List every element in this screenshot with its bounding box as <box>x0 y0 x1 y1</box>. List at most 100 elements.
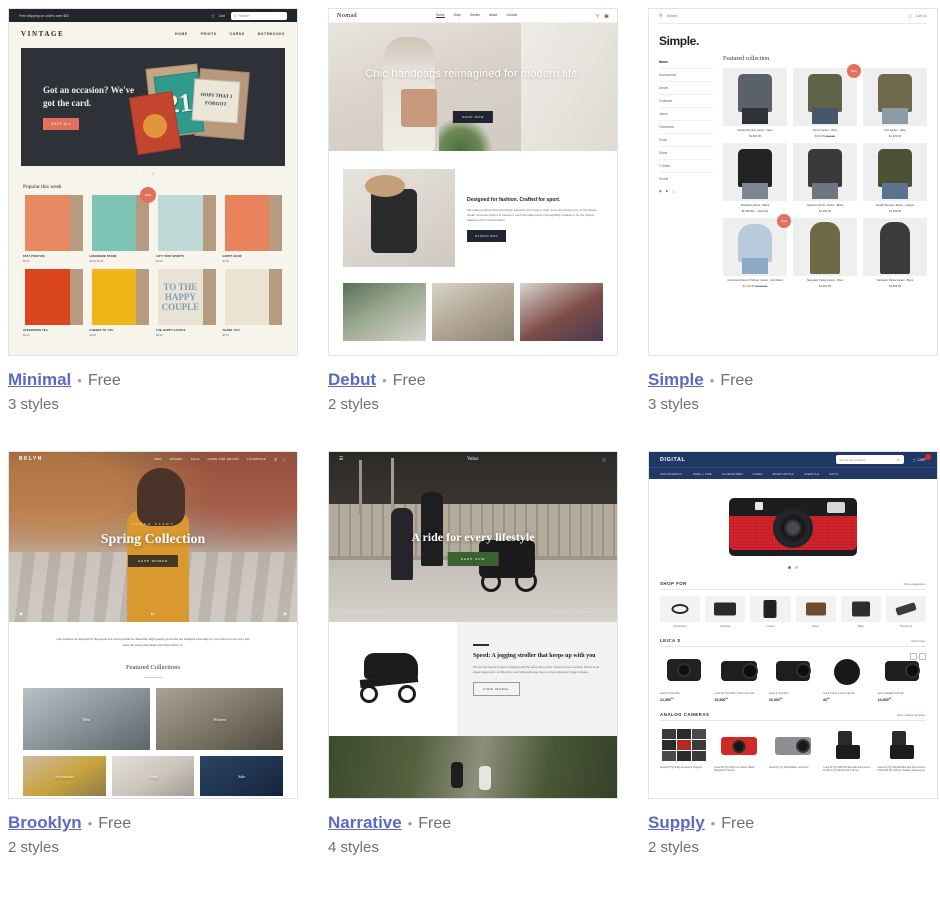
carousel-next-icon[interactable]: ▶ <box>284 611 287 616</box>
sidebar-item-outerwear[interactable]: Outerwear <box>659 121 713 134</box>
category-card[interactable]: Lenses <box>750 596 791 628</box>
quickview-badge[interactable] <box>910 653 927 660</box>
product-card[interactable]: Leica SL (Typ 006) / 70mm lens Set 15,99… <box>714 653 762 702</box>
more-categories-link[interactable]: More categories › <box>904 582 926 586</box>
more-analog-link[interactable]: More analog cameras › <box>897 713 926 717</box>
nav-item[interactable]: ACCESSORIES <box>722 472 743 476</box>
collection-card-men[interactable]: Men <box>23 688 150 750</box>
twitter-icon[interactable]: ▶ <box>666 189 668 193</box>
collection-card-accessories[interactable]: Accessories <box>23 756 106 796</box>
lookbook-image[interactable] <box>520 283 604 341</box>
theme-preview-minimal[interactable]: Free shipping on orders over $50 🛒 Cart … <box>8 8 298 356</box>
product-card[interactable]: Wolfpack Jacket - Black $1,500.95 — Sold… <box>723 143 787 213</box>
sidebar-item-shirts[interactable]: Shirts <box>659 147 713 160</box>
nav-item[interactable]: WOMEN <box>170 457 183 461</box>
product-card[interactable]: STAY POSITIVE $6.00 <box>23 195 84 263</box>
theme-name-link[interactable]: Supply <box>648 813 705 833</box>
product-card[interactable]: AFTERNOON TEA $6.00 <box>23 269 84 337</box>
product-card[interactable]: Sale Storm Jacket - Olive $343.95 $800.9… <box>793 64 861 138</box>
collection-card-home[interactable]: Home <box>111 756 195 796</box>
nav-item[interactable]: HOME <box>175 32 188 36</box>
carousel-dots[interactable]: ●○ <box>151 611 156 616</box>
product-card[interactable]: TO THE HAPPY COUPLE THE HAPPY COUPLE $6.00 <box>156 269 217 337</box>
nav-item[interactable]: LOOKBOOK <box>247 457 266 461</box>
nav-item[interactable]: MEN <box>154 457 161 461</box>
product-card[interactable]: SALE LEMONADE STAND $6.00 $4.00 <box>90 187 156 263</box>
sidebar-item-jeans[interactable]: Jeans <box>659 108 713 121</box>
theme-name-link[interactable]: Debut <box>328 370 376 390</box>
theme-preview-simple[interactable]: ⚲ Search 🛒 Cart (1) Simple. Home Accesso… <box>648 8 938 356</box>
menu-icon[interactable]: ☰ <box>339 456 343 462</box>
nav-item[interactable]: CASES <box>753 472 763 476</box>
hero-button[interactable]: SHOP NOW <box>452 111 494 123</box>
hero-button[interactable]: SHOP ALL <box>43 118 80 130</box>
cart-icon[interactable]: 🛒 <box>908 14 912 18</box>
category-card[interactable]: Cases <box>795 596 836 628</box>
product-card[interactable]: Stealth Bomber Jacket - Fatigue $1,599.9… <box>863 143 927 213</box>
search-icon[interactable]: ⚲ <box>897 458 899 462</box>
theme-name-link[interactable]: Brooklyn <box>8 813 82 833</box>
nav-item[interactable]: Stories <box>470 13 480 18</box>
feature-button[interactable]: STUDIO BAG <box>467 230 507 242</box>
nav-item[interactable]: Contact <box>506 13 517 18</box>
nav-item[interactable]: CARDS <box>230 32 245 36</box>
product-card[interactable]: Stealth Bomber Jacket - Navy $1,500.95 <box>723 68 787 138</box>
nav-item[interactable]: Shop <box>454 13 461 18</box>
hero-carousel-controls[interactable]: ‹ ◎ › <box>9 171 297 176</box>
product-card[interactable]: CHEERS TO YOU $6.00 <box>90 269 151 337</box>
sidebar-item-denim[interactable]: Denim <box>659 82 713 95</box>
product-card[interactable]: Leica M (Typ 262) Bundle with Summicron-… <box>823 727 871 773</box>
carousel-prev-icon[interactable]: ‹ <box>143 171 144 176</box>
bag-icon[interactable]: 👜 <box>604 13 609 18</box>
carousel-dot[interactable] <box>795 566 798 569</box>
theme-preview-brooklyn[interactable]: BKLYN MEN WOMEN SALE HOME AND DECOR LOOK… <box>8 451 298 799</box>
cart-icon[interactable]: 🛒 <box>602 457 607 462</box>
category-card[interactable]: Thumbs up <box>885 596 927 628</box>
nav-item[interactable]: SPORT OPTICS <box>772 472 793 476</box>
sidebar-item-footwear[interactable]: Footwear <box>659 95 713 108</box>
carousel-prev-icon[interactable]: ◀ <box>19 611 22 616</box>
product-card[interactable]: Leica M (Typ 240) Accessory Program <box>660 727 708 773</box>
nav-item[interactable]: Home <box>436 13 445 18</box>
theme-name-link[interactable]: Simple <box>648 370 704 390</box>
product-card[interactable]: Leica M (Typ 240) Bundle with Summicron-… <box>878 727 926 773</box>
search-input[interactable]: Search all products... ⚲ <box>835 455 904 464</box>
product-card[interactable]: Leica M (Typ 240) Edition Leica 007 <box>769 727 817 773</box>
category-card[interactable]: Bags <box>840 596 881 628</box>
more-leica-link[interactable]: More leica › <box>911 639 926 643</box>
nav-item[interactable]: LIFESTYLE <box>804 472 819 476</box>
collection-card-women[interactable]: Women <box>156 688 283 750</box>
cart-icon[interactable]: 🛒 <box>282 457 287 462</box>
nav-item[interactable]: PHOTOGRAPHY <box>660 472 682 476</box>
category-card[interactable]: Accessories <box>660 596 701 628</box>
nav-item[interactable]: SALE <box>191 457 200 461</box>
product-card[interactable]: Navigator Parka Jacket - Olive $1,900.95 <box>793 218 857 288</box>
carousel-pause-icon[interactable]: ◎ <box>151 171 155 176</box>
search-placeholder[interactable]: Search <box>667 14 678 18</box>
product-card[interactable]: Leica S Edition 100 Set 24,50000 <box>878 653 927 702</box>
product-card[interactable]: Leica M (Typ 240) 4 in Cecite, Black Bod… <box>714 727 762 773</box>
carousel-dot-active[interactable] <box>788 566 791 569</box>
category-card[interactable]: Cameras <box>705 596 746 628</box>
nav-item[interactable]: HOME AND DECOR <box>208 457 239 461</box>
hero-carousel-dots[interactable] <box>788 566 798 569</box>
carousel-next-icon[interactable]: › <box>162 171 163 176</box>
product-card[interactable]: Leica S (Typ 007) 16,90000 <box>769 653 817 702</box>
nav-item[interactable]: PRINTS <box>201 32 217 36</box>
search-icon[interactable]: ⚲ <box>596 13 599 18</box>
theme-name-link[interactable]: Minimal <box>8 370 71 390</box>
sidebar-item-home[interactable]: Home <box>659 56 713 69</box>
feature-button[interactable]: VIEW MODEL <box>473 682 520 697</box>
hero-button[interactable]: SHOP NOW <box>447 552 499 566</box>
cart-button[interactable]: 🛒 CART <box>913 453 931 462</box>
theme-name-link[interactable]: Narrative <box>328 813 402 833</box>
cart-label[interactable]: Cart (1) <box>916 14 928 18</box>
theme-preview-supply[interactable]: DIGITAL Search all products... ⚲ 🛒 CART … <box>648 451 938 799</box>
lookbook-image[interactable] <box>431 283 515 341</box>
search-input[interactable]: ⚲ Search <box>231 11 287 20</box>
lookbook-image[interactable] <box>343 283 426 341</box>
nav-item[interactable]: NOTEBOOKS <box>258 32 285 36</box>
sidebar-item-pants[interactable]: Pants <box>659 134 713 147</box>
collection-card-sale[interactable]: Sale <box>200 756 284 796</box>
product-card[interactable]: Gulf Jacket - Olive $1,299.95 <box>863 68 927 138</box>
